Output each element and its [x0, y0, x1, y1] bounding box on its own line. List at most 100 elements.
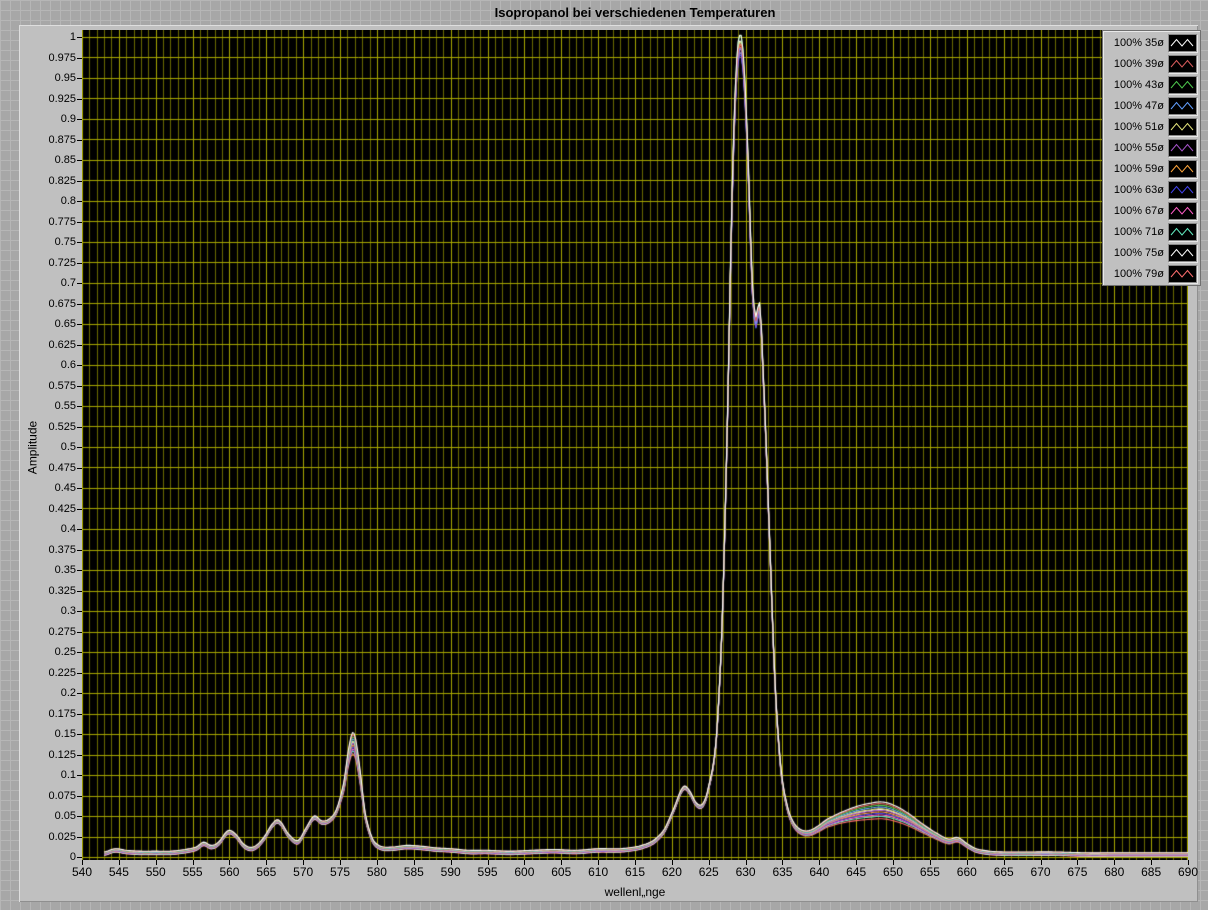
y-tick-mark	[77, 37, 82, 38]
y-tick-label: 0.85	[54, 154, 76, 166]
legend-swatch-icon	[1168, 243, 1197, 262]
x-tick-mark	[376, 860, 378, 865]
x-tick-mark	[303, 860, 305, 865]
legend-swatch-icon	[1168, 75, 1197, 94]
legend-item[interactable]: 100% 71ø	[1103, 221, 1200, 242]
y-tick-label: 0.15	[54, 728, 76, 740]
y-tick-label: 0.625	[48, 338, 76, 351]
y-tick-label: 0.2	[60, 687, 76, 699]
y-tick-label: 0.25	[54, 646, 76, 658]
x-tick-mark	[450, 860, 452, 865]
y-tick-mark	[77, 78, 82, 79]
front-panel: Isopropanol bei verschiedenen Temperatur…	[0, 0, 1208, 910]
y-tick-mark	[77, 324, 82, 325]
y-tick-label: 0.45	[54, 482, 76, 494]
y-tick-label: 0.6	[60, 359, 76, 371]
legend-swatch-icon	[1168, 159, 1197, 178]
y-tick-label: 0.1	[60, 769, 76, 781]
y-tick-mark	[77, 816, 82, 817]
y-tick-mark	[77, 857, 82, 858]
x-tick-mark	[1040, 860, 1042, 865]
y-tick-mark	[77, 611, 82, 612]
legend-swatch-icon	[1168, 222, 1197, 241]
y-tick-label: 0.95	[54, 72, 76, 84]
x-tick-mark	[929, 860, 931, 865]
x-tick-mark	[1077, 860, 1079, 865]
y-tick-label: 0.35	[54, 564, 76, 576]
y-tick-label: 0.55	[54, 400, 76, 412]
legend-item[interactable]: 100% 51ø	[1103, 116, 1200, 137]
y-tick-mark	[77, 201, 82, 202]
y-tick-label: 0.05	[54, 810, 76, 822]
legend-item[interactable]: 100% 55ø	[1103, 137, 1200, 158]
legend-item[interactable]: 100% 35ø	[1103, 32, 1200, 53]
y-tick-mark	[77, 488, 82, 489]
y-tick-mark	[77, 795, 82, 797]
x-tick-mark	[708, 860, 710, 865]
legend-label: 100% 51ø	[1113, 120, 1164, 133]
y-tick-label: 0	[69, 851, 76, 863]
y-tick-mark	[77, 508, 82, 510]
legend-swatch-icon	[1168, 117, 1197, 136]
y-tick-mark	[77, 447, 82, 448]
y-tick-mark	[77, 467, 82, 469]
x-tick-mark	[413, 860, 415, 865]
legend-item[interactable]: 100% 59ø	[1103, 158, 1200, 179]
x-axis-title: wellenl„nge	[604, 885, 666, 899]
legend-label: 100% 63ø	[1113, 183, 1164, 196]
y-tick-label: 0.3	[60, 605, 76, 617]
y-tick-label: 0.7	[60, 277, 76, 289]
y-tick-label: 0.125	[48, 748, 76, 761]
x-tick-mark	[487, 860, 489, 865]
legend-item[interactable]: 100% 43ø	[1103, 74, 1200, 95]
y-tick-label: 0.65	[54, 318, 76, 330]
x-tick-label: 690	[1177, 865, 1199, 879]
plot-area[interactable]	[82, 30, 1188, 860]
legend-swatch-icon	[1168, 96, 1197, 115]
y-tick-mark	[77, 836, 82, 838]
y-tick-label: 0.825	[48, 174, 76, 187]
y-tick-mark	[77, 426, 82, 428]
legend-item[interactable]: 100% 63ø	[1103, 179, 1200, 200]
y-tick-mark	[77, 180, 82, 182]
y-tick-mark	[77, 283, 82, 284]
x-tick-mark	[1003, 860, 1005, 865]
legend: 100% 35ø 100% 39ø 100% 43ø 100% 47ø 100% 51ø…	[1102, 30, 1201, 286]
x-tick-mark	[82, 860, 83, 865]
y-tick-mark	[77, 262, 82, 264]
y-tick-label: 0.75	[54, 236, 76, 248]
legend-item[interactable]: 100% 39ø	[1103, 53, 1200, 74]
legend-swatch-icon	[1168, 201, 1197, 220]
y-tick-mark	[77, 385, 82, 387]
legend-item[interactable]: 100% 47ø	[1103, 95, 1200, 116]
x-tick-mark	[192, 860, 194, 865]
y-tick-label: 0.275	[48, 625, 76, 638]
y-tick-label: 0.225	[48, 666, 76, 679]
y-tick-mark	[77, 590, 82, 592]
legend-item[interactable]: 100% 79ø	[1103, 263, 1200, 284]
legend-item[interactable]: 100% 75ø	[1103, 242, 1200, 263]
x-tick-mark	[893, 860, 895, 865]
y-tick-mark	[77, 693, 82, 694]
y-tick-mark	[77, 98, 82, 100]
y-tick-label: 0.925	[48, 92, 76, 105]
y-tick-label: 0.325	[48, 584, 76, 597]
legend-item[interactable]: 100% 67ø	[1103, 200, 1200, 221]
y-tick-mark	[77, 242, 82, 243]
legend-label: 100% 39ø	[1113, 57, 1164, 70]
legend-label: 100% 47ø	[1113, 99, 1164, 112]
x-tick-mark	[782, 860, 784, 865]
legend-label: 100% 35ø	[1113, 36, 1164, 49]
legend-swatch-icon	[1168, 180, 1197, 199]
x-tick-mark	[598, 860, 600, 865]
y-tick-label: 0.725	[48, 256, 76, 269]
y-tick-label: 0.775	[48, 215, 76, 228]
x-tick-mark	[340, 860, 342, 865]
y-tick-mark	[77, 139, 82, 141]
y-tick-label: 0.175	[48, 707, 76, 720]
y-tick-mark	[77, 713, 82, 715]
x-tick-mark	[524, 860, 526, 865]
x-tick-mark	[671, 860, 673, 865]
x-tick-mark	[966, 860, 968, 865]
chart-title: Isopropanol bei verschiedenen Temperatur…	[494, 5, 776, 20]
